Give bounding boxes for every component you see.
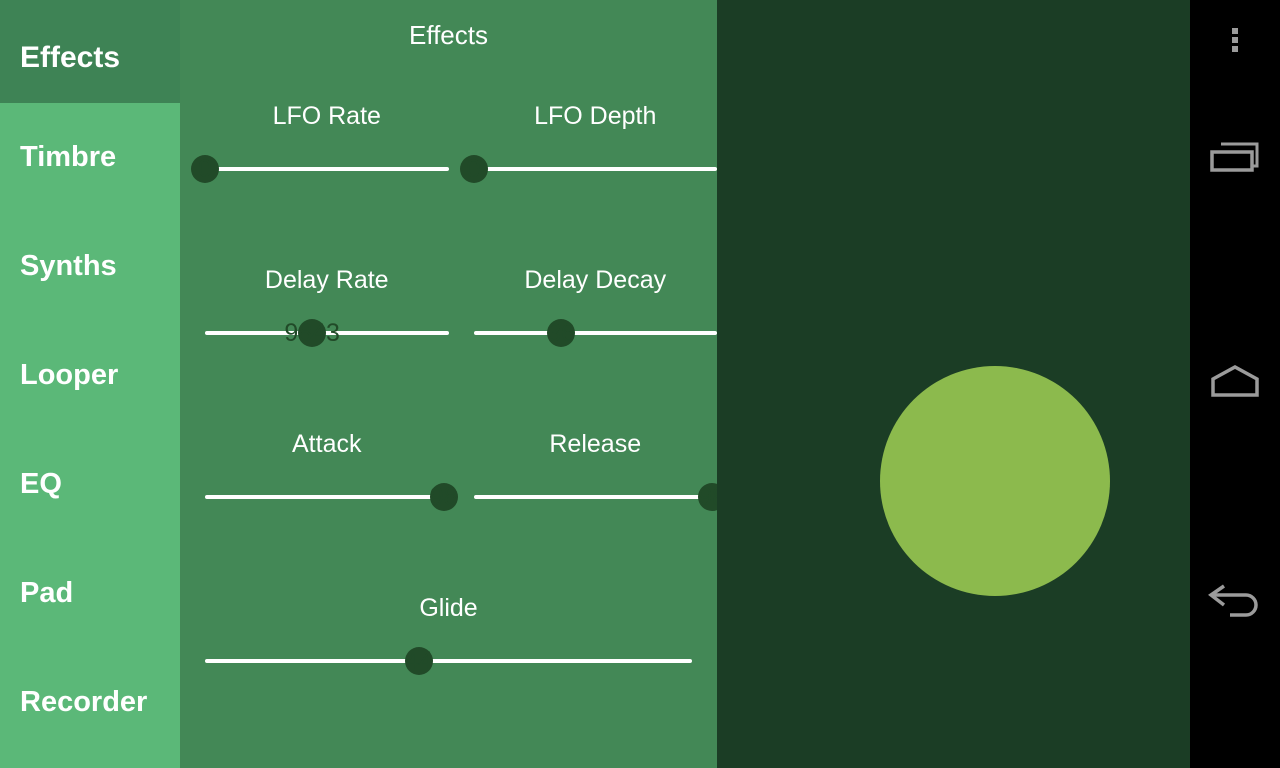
- sidebar: Effects Timbre Synths Looper EQ Pad Reco…: [0, 0, 180, 768]
- sidebar-item-synths[interactable]: Synths: [0, 212, 180, 321]
- slider-track[interactable]: [473, 495, 717, 499]
- sidebar-item-label: Timbre: [20, 141, 117, 173]
- slider-control[interactable]: [205, 641, 692, 681]
- slider-value: 44: [405, 647, 434, 675]
- slider-label: Delay Rate: [264, 266, 389, 294]
- slider-glide: Glide 44: [205, 577, 692, 741]
- sidebar-header: Effects: [0, 0, 180, 103]
- sidebar-item-eq[interactable]: EQ: [0, 430, 180, 539]
- slider-track[interactable]: [473, 167, 717, 171]
- page-title: Effects: [408, 20, 488, 50]
- slider-control[interactable]: [473, 313, 717, 353]
- slider-value: 9843: [284, 319, 340, 347]
- slider-label: LFO Depth: [534, 102, 657, 130]
- slider-attack: Attack 98: [205, 413, 458, 577]
- slider-control[interactable]: [459, 149, 717, 189]
- slider-row: Glide 44: [180, 577, 717, 741]
- slider-label: Glide: [419, 594, 478, 622]
- sidebar-item-label: Pad: [20, 577, 74, 609]
- slider-value: 0: [198, 155, 212, 183]
- slider-row: Delay Rate 9843 Delay Decay 36: [180, 249, 717, 413]
- slider-lfo-rate: LFO Rate 0: [191, 85, 449, 249]
- overflow-menu-button[interactable]: [1190, 0, 1280, 85]
- slider-release: Release 98: [473, 413, 717, 577]
- sidebar-nav-list: Timbre Synths Looper EQ Pad Recorder: [0, 103, 180, 768]
- visualizer-panel[interactable]: [717, 0, 1190, 768]
- slider-label: LFO Rate: [272, 102, 381, 130]
- sidebar-item-label: EQ: [20, 468, 62, 500]
- effects-panel: Effects LFO Rate 0 LFO Depth 0 Delay Rat…: [180, 0, 717, 768]
- slider-delay-rate: Delay Rate 9843: [205, 249, 449, 413]
- back-button[interactable]: [1190, 560, 1280, 650]
- sidebar-item-label: Recorder: [20, 686, 148, 718]
- slider-track[interactable]: [205, 495, 449, 499]
- android-navigation-bar: [1190, 0, 1280, 768]
- slider-control[interactable]: [191, 149, 449, 189]
- slider-label: Delay Decay: [524, 266, 667, 294]
- sidebar-item-pad[interactable]: Pad: [0, 539, 180, 648]
- slider-delay-decay: Delay Decay 36: [473, 249, 717, 413]
- sidebar-item-timbre[interactable]: Timbre: [0, 103, 180, 212]
- sidebar-item-looper[interactable]: Looper: [0, 321, 180, 430]
- slider-label: Attack: [292, 430, 362, 458]
- slider-row: LFO Rate 0 LFO Depth 0: [180, 85, 717, 249]
- slider-control[interactable]: [205, 477, 458, 517]
- slider-track[interactable]: [205, 659, 692, 663]
- home-button[interactable]: [1190, 337, 1280, 427]
- overflow-menu-icon: [1232, 25, 1238, 55]
- slider-control[interactable]: [473, 477, 717, 517]
- slider-grid: LFO Rate 0 LFO Depth 0 Delay Rate 9843 D…: [180, 85, 717, 741]
- sidebar-item-label: Looper: [20, 359, 119, 391]
- sidebar-item-label: Synths: [20, 250, 117, 282]
- amplitude-blob-circle: [880, 366, 1110, 596]
- sidebar-item-recorder[interactable]: Recorder: [0, 648, 180, 757]
- slider-track[interactable]: [473, 331, 717, 335]
- slider-row: Attack 98 Release 98: [180, 413, 717, 577]
- slider-lfo-depth: LFO Depth 0: [459, 85, 717, 249]
- slider-value: 36: [547, 319, 576, 347]
- recents-icon: [1209, 140, 1261, 180]
- slider-value: 98: [698, 483, 717, 511]
- back-icon: [1208, 583, 1262, 627]
- app-root: Effects Timbre Synths Looper EQ Pad Reco…: [0, 0, 1280, 768]
- slider-value: 98: [429, 483, 458, 511]
- sidebar-header-label: Effects: [20, 41, 121, 74]
- slider-track[interactable]: [205, 167, 449, 171]
- slider-value: 0: [466, 155, 481, 183]
- home-icon: [1209, 362, 1261, 402]
- slider-label: Release: [549, 430, 642, 458]
- recents-button[interactable]: [1190, 115, 1280, 205]
